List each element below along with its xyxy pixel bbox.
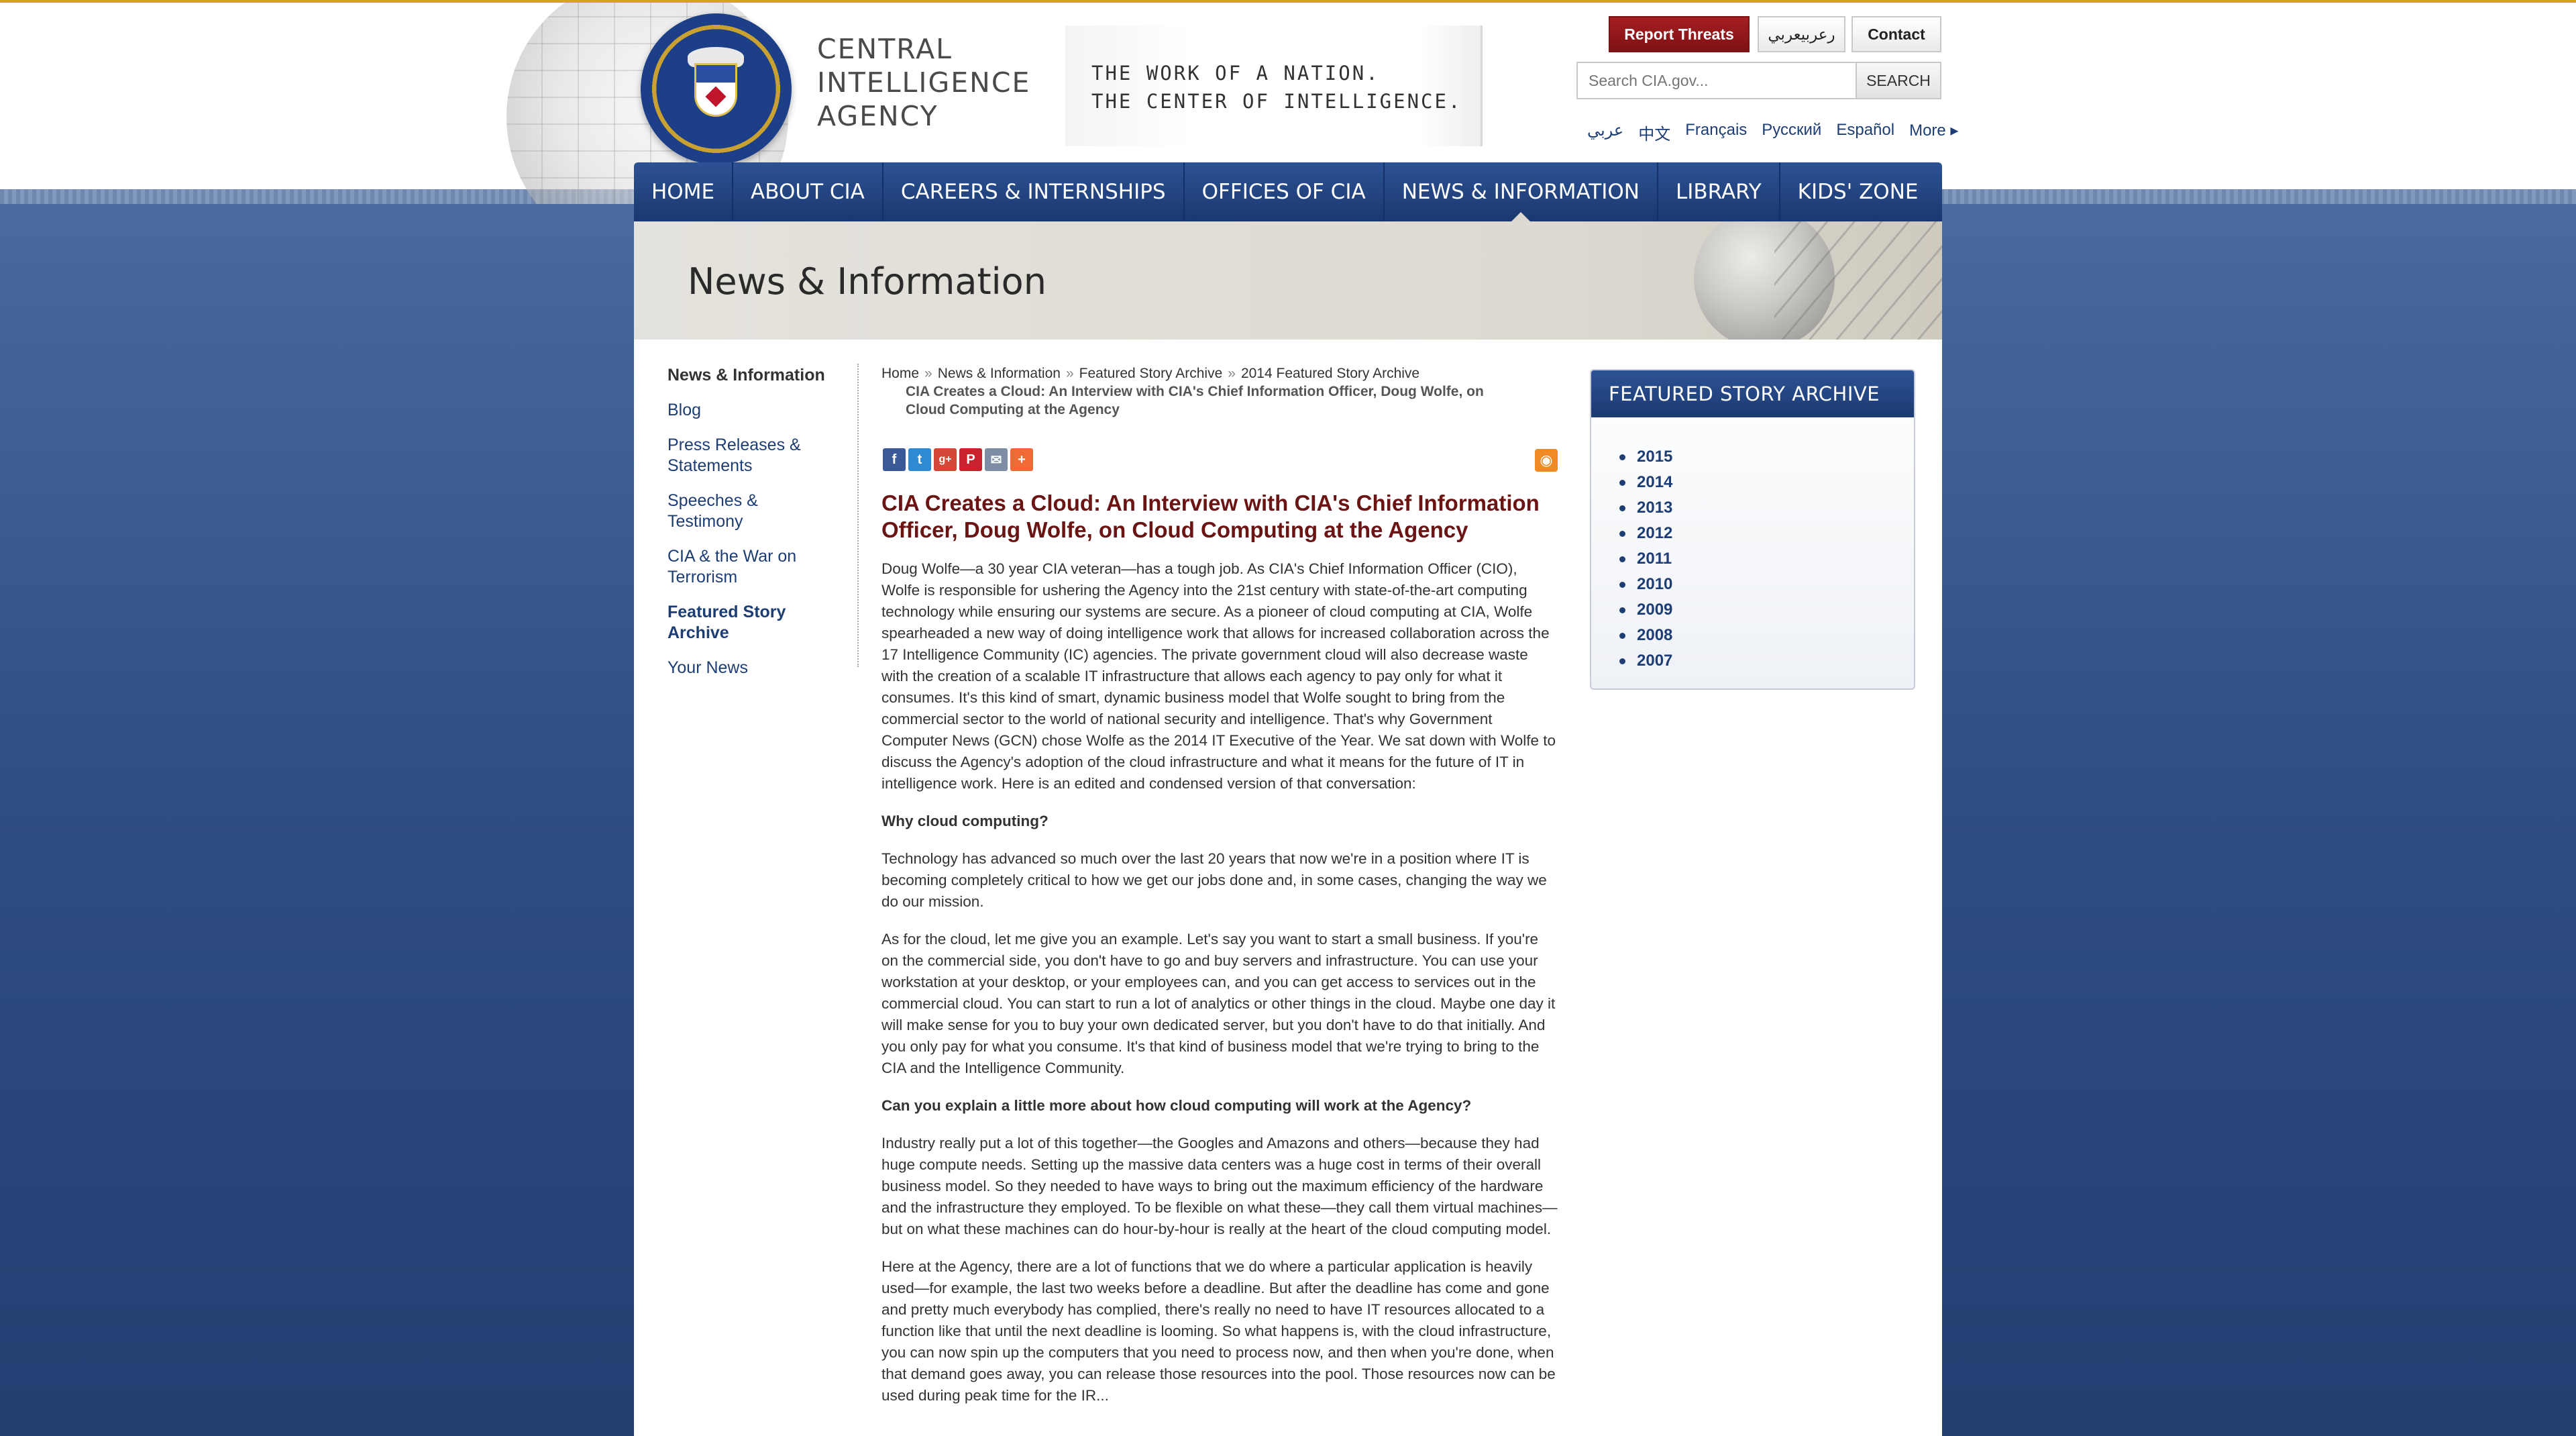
google-plus-icon[interactable]: g+ [934,448,957,471]
twitter-icon[interactable]: t [908,448,931,471]
language-link-spanish[interactable]: Español [1836,121,1894,144]
breadcrumb-featured-archive[interactable]: Featured Story Archive [1079,366,1223,381]
agency-name-line: INTELLIGENCE [817,66,1031,99]
arabic-link-button[interactable]: رعربيعربي [1758,16,1845,52]
language-links: عربي 中文 Français Русский Español More ▸ [1587,121,1958,144]
archive-year-link[interactable]: 2007 [1619,648,1914,674]
main-nav: HOME ABOUT CIA CAREERS & INTERNSHIPS OFF… [634,162,1942,223]
breadcrumb-separator: » [924,366,932,381]
article-question: Why cloud computing? [881,813,1049,829]
language-link-more[interactable]: More ▸ [1909,121,1958,144]
article-question: Can you explain a little more about how … [881,1097,1472,1114]
breadcrumb-separator: » [1065,366,1074,381]
sidebar-item-featured-story-archive[interactable]: Featured Story Archive [667,602,828,644]
archive-year-list: 2015 2014 2013 2012 2011 2010 2009 2008 … [1591,444,1914,674]
banner-decoration [1774,221,1942,340]
sidebar-item-blog[interactable]: Blog [667,400,828,421]
search-button[interactable]: SEARCH [1856,62,1941,99]
language-link-arabic[interactable]: عربي [1587,121,1623,144]
archive-year-link[interactable]: 2013 [1619,495,1914,521]
nav-kids-zone[interactable]: KIDS' ZONE [1780,162,1936,221]
agency-name-line: CENTRAL [817,33,953,65]
archive-year-link[interactable]: 2011 [1619,546,1914,572]
archive-year-link[interactable]: 2014 [1619,470,1914,495]
archive-title: FEATURED STORY ARCHIVE [1591,370,1914,417]
breadcrumb-separator: » [1228,366,1236,381]
article-paragraph: Here at the Agency, there are a lot of f… [881,1258,1556,1404]
rss-icon[interactable]: ◉ [1535,449,1558,472]
language-link-chinese[interactable]: 中文 [1638,121,1670,144]
tagline-line: THE WORK OF A NATION. [1091,62,1380,85]
breadcrumb: Home » News & Information » Featured Story A… [881,364,1519,419]
archive-year-link[interactable]: 2012 [1619,521,1914,546]
pinterest-icon[interactable]: P [959,448,982,471]
article-body: Doug Wolfe—a 30 year CIA veteran—has a t… [881,558,1559,1423]
contact-button[interactable]: Contact [1851,16,1941,52]
tagline-line: THE CENTER OF INTELLIGENCE. [1091,90,1462,113]
agency-name[interactable]: CENTRAL INTELLIGENCE AGENCY [817,32,1059,133]
section-title: News & Information [688,260,1046,303]
article-paragraph: Doug Wolfe—a 30 year CIA veteran—has a t… [881,560,1556,792]
breadcrumb-home[interactable]: Home [881,366,919,381]
more-share-icon[interactable]: + [1010,448,1033,471]
article-title: CIA Creates a Cloud: An Interview with C… [881,491,1540,542]
breadcrumb-current: CIA Creates a Cloud: An Interview with C… [906,384,1484,417]
nav-home[interactable]: HOME [634,162,734,221]
language-link-french[interactable]: Français [1685,121,1747,144]
sidebar-item-speeches[interactable]: Speeches & Testimony [667,491,828,532]
breadcrumb-2014-archive[interactable]: 2014 Featured Story Archive [1241,366,1419,381]
agency-name-line: AGENCY [817,100,938,132]
shield-icon [694,63,737,117]
article-paragraph: Industry really put a lot of this togeth… [881,1135,1558,1237]
email-icon[interactable]: ✉ [985,448,1008,471]
share-bar: f t g+ P ✉ + [883,448,1033,471]
article-paragraph: As for the cloud, let me give you an exa… [881,931,1556,1076]
nav-about-cia[interactable]: ABOUT CIA [733,162,883,221]
featured-story-archive-panel: FEATURED STORY ARCHIVE 2015 2014 2013 20… [1590,369,1915,690]
archive-year-link[interactable]: 2015 [1619,444,1914,470]
nav-careers[interactable]: CAREERS & INTERNSHIPS [883,162,1185,221]
cia-seal-logo[interactable] [641,13,792,164]
sidebar-item-war-on-terrorism[interactable]: CIA & the War on Terrorism [667,546,828,588]
sidebar-nav: News & Information Blog Press Releases &… [667,365,828,693]
nav-library[interactable]: LIBRARY [1658,162,1780,221]
report-threats-button[interactable]: Report Threats [1609,16,1750,52]
sidebar-divider [857,364,859,667]
sidebar-item-news-information[interactable]: News & Information [667,365,828,386]
sidebar-item-press-releases[interactable]: Press Releases & Statements [667,435,828,476]
search-input[interactable] [1576,62,1857,99]
archive-year-link[interactable]: 2009 [1619,597,1914,623]
nav-news-information[interactable]: NEWS & INFORMATION [1385,162,1658,223]
language-link-russian[interactable]: Русский [1762,121,1821,144]
section-banner: News & Information [634,221,1942,340]
content-page: News & Information News & Information Bl… [634,221,1942,1436]
facebook-icon[interactable]: f [883,448,906,471]
archive-year-link[interactable]: 2008 [1619,623,1914,648]
breadcrumb-news[interactable]: News & Information [938,366,1061,381]
sidebar-item-your-news[interactable]: Your News [667,658,828,678]
archive-year-link[interactable]: 2010 [1619,572,1914,597]
nav-offices[interactable]: OFFICES OF CIA [1185,162,1385,221]
tagline: THE WORK OF A NATION. THE CENTER OF INTE… [1091,59,1494,115]
article-paragraph: Technology has advanced so much over the… [881,850,1547,910]
